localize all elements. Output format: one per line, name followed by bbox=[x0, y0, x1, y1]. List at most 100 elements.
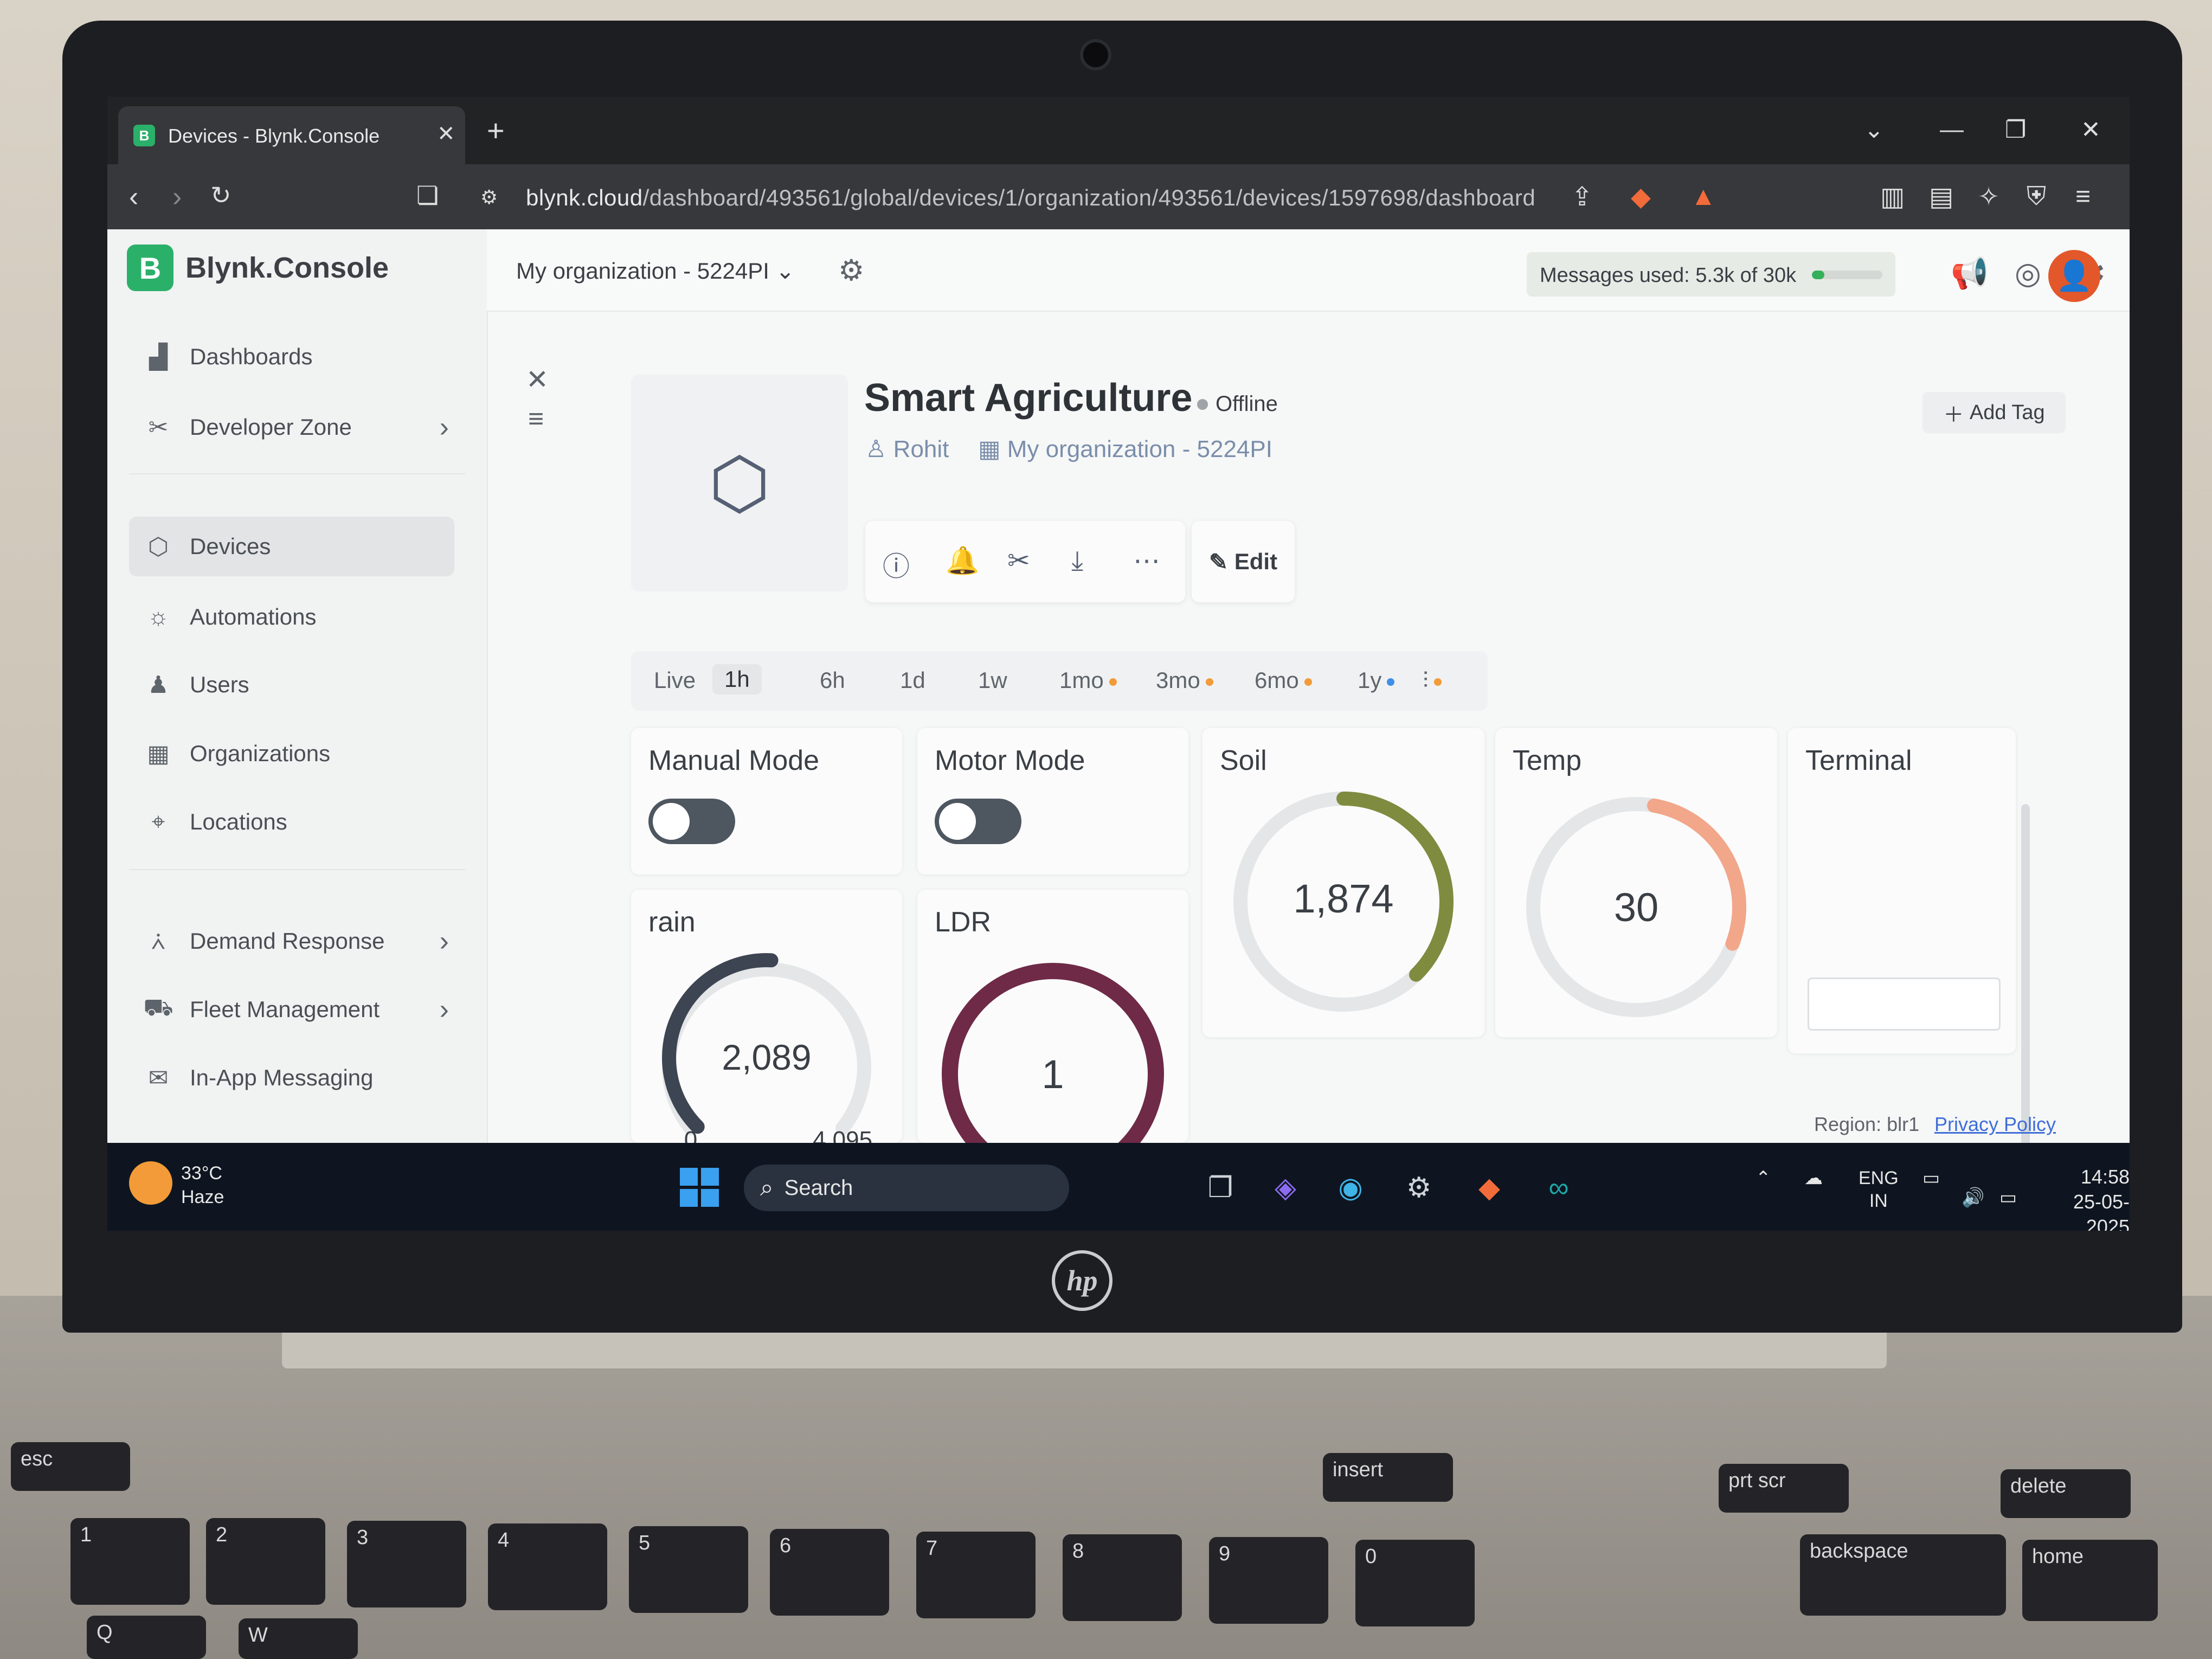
terminal-input[interactable] bbox=[1808, 978, 2001, 1031]
brand[interactable]: B Blynk.Console bbox=[127, 245, 389, 291]
manual-mode-toggle[interactable] bbox=[648, 799, 735, 844]
menu-icon[interactable]: ≡ bbox=[2075, 182, 2091, 211]
weather-desc: Haze bbox=[181, 1187, 224, 1207]
close-window-icon[interactable]: ✕ bbox=[2081, 116, 2101, 144]
vpn-shield-icon[interactable]: ⛨ bbox=[2027, 182, 2046, 212]
time-range-1h[interactable]: 1h bbox=[712, 664, 762, 695]
rain-gauge: 2,089 0 4,095 bbox=[662, 953, 872, 1143]
time-range-label: 3mo bbox=[1156, 667, 1200, 693]
privacy-policy-link[interactable]: Privacy Policy bbox=[1934, 1113, 2056, 1136]
key-w: W bbox=[239, 1618, 358, 1659]
tray-chevron-up-icon[interactable]: ⌃ bbox=[1756, 1167, 1771, 1189]
tools-icon[interactable]: ✂ bbox=[1007, 545, 1030, 576]
time-range-live[interactable]: Live bbox=[654, 667, 696, 693]
sidebar-item-in-app-messaging[interactable]: ✉ In-App Messaging bbox=[129, 1048, 454, 1108]
key-delete: delete bbox=[2001, 1469, 2131, 1518]
sidebar-item-demand-response[interactable]: ⩑ Demand Response › bbox=[129, 911, 454, 971]
settings-gear-icon[interactable]: ⚙ bbox=[1396, 1165, 1442, 1211]
arduino-ide-icon[interactable]: ∞ bbox=[1535, 1165, 1582, 1211]
taskbar-clock[interactable]: 14:58 25-05-2025 bbox=[2037, 1165, 2130, 1231]
blynk-app: B Blynk.Console ▟ Dashboards ✂ Developer… bbox=[107, 229, 2130, 1216]
announcements-megaphone-icon[interactable]: 📢 bbox=[1951, 255, 1989, 291]
sidebar-item-users[interactable]: ♟ Users bbox=[129, 655, 454, 715]
device-owner[interactable]: ♙ Rohit bbox=[865, 435, 949, 463]
language-indicator[interactable]: ENG IN bbox=[1859, 1167, 1899, 1212]
building-icon: ▦ bbox=[147, 740, 170, 767]
back-icon[interactable]: ‹ bbox=[129, 181, 138, 213]
time-range-6h[interactable]: 6h bbox=[820, 667, 845, 693]
edge-browser-icon[interactable]: ◉ bbox=[1327, 1165, 1374, 1211]
org-settings-gear-icon[interactable]: ⚙ bbox=[838, 253, 864, 287]
edit-label: Edit bbox=[1234, 549, 1278, 574]
device-organization[interactable]: ▦ My organization - 5224PI bbox=[978, 435, 1272, 463]
key-2: 2 bbox=[206, 1518, 325, 1605]
chevron-down-icon: ⌄ bbox=[775, 258, 795, 284]
motor-mode-toggle[interactable] bbox=[935, 799, 1021, 844]
sidebar-item-fleet-management[interactable]: ⛟ Fleet Management › bbox=[129, 980, 454, 1039]
time-range-1w[interactable]: 1w bbox=[978, 667, 1007, 693]
ai-star-icon[interactable]: ✧ bbox=[1978, 182, 1999, 212]
site-settings-icon[interactable]: ⚙ bbox=[480, 186, 498, 209]
time-range-3mo[interactable]: 3mo bbox=[1156, 667, 1213, 693]
weather-widget[interactable]: 33°C Haze bbox=[129, 1161, 224, 1209]
close-tab-icon[interactable]: ✕ bbox=[437, 121, 455, 146]
key-1: 1 bbox=[70, 1518, 190, 1605]
widget-title: Manual Mode bbox=[648, 745, 820, 776]
taskbar-search[interactable]: ⌕ Search bbox=[744, 1165, 1069, 1211]
device-status-label: Offline bbox=[1216, 392, 1278, 416]
keyboard: esc insert prt scr delete backspace home… bbox=[0, 1431, 2212, 1659]
users-icon: ♟ bbox=[147, 671, 169, 698]
tab-list-chevron-icon[interactable]: ⌄ bbox=[1864, 116, 1884, 144]
time-range-6mo[interactable]: 6mo bbox=[1255, 667, 1312, 693]
info-icon[interactable]: ⓘ bbox=[883, 545, 910, 584]
forward-icon[interactable]: › bbox=[172, 181, 182, 213]
premium-dot-icon bbox=[1205, 678, 1213, 686]
address-bar[interactable]: blynk.cloud/dashboard/493561/global/devi… bbox=[526, 185, 1535, 211]
more-icon[interactable]: ⋯ bbox=[1133, 545, 1160, 576]
sidebar-item-label: Users bbox=[190, 672, 249, 697]
sidebar-item-automations[interactable]: ☼ Automations bbox=[129, 587, 454, 647]
panel-menu-icon[interactable]: ≡ bbox=[528, 403, 544, 434]
brave-shield-icon[interactable]: ◆ bbox=[1631, 182, 1651, 212]
brave-browser-icon[interactable]: ◆ bbox=[1466, 1165, 1513, 1211]
close-panel-icon[interactable]: ✕ bbox=[526, 364, 549, 395]
time-range-1y[interactable]: 1y bbox=[1358, 667, 1395, 693]
copilot-icon[interactable]: ◈ bbox=[1262, 1165, 1309, 1211]
custom-range-sliders-icon[interactable]: ⫶ bbox=[1423, 667, 1442, 694]
task-view-icon[interactable]: ❐ bbox=[1197, 1165, 1244, 1211]
sidebar-item-locations[interactable]: ⌖ Locations bbox=[129, 792, 454, 852]
sidebar-item-organizations[interactable]: ▦ Organizations bbox=[129, 724, 454, 783]
user-avatar[interactable]: 👤 bbox=[2048, 250, 2100, 302]
time-range-1d[interactable]: 1d bbox=[900, 667, 925, 693]
org-selector[interactable]: My organization - 5224PI ⌄ bbox=[516, 258, 795, 284]
rain-max: 4,095 bbox=[813, 1127, 872, 1143]
restore-icon[interactable]: ❐ bbox=[2005, 116, 2026, 144]
status-dot bbox=[1197, 398, 1208, 410]
time-range-1mo[interactable]: 1mo bbox=[1059, 667, 1117, 693]
battery-icon[interactable]: ▭ bbox=[1999, 1186, 2017, 1209]
sidebar-item-developer-zone[interactable]: ✂ Developer Zone › bbox=[129, 397, 454, 457]
help-lifebuoy-icon[interactable]: ◎ bbox=[2015, 255, 2041, 291]
sidebar-item-dashboards[interactable]: ▟ Dashboards bbox=[129, 327, 454, 387]
add-tag-label: Add Tag bbox=[1969, 401, 2045, 424]
onedrive-cloud-icon[interactable]: ☁ bbox=[1804, 1167, 1823, 1189]
add-tag-button[interactable]: ＋ Add Tag bbox=[1922, 392, 2066, 433]
download-icon[interactable]: ⤓ bbox=[1071, 545, 1083, 577]
volume-icon[interactable]: 🔊 bbox=[1962, 1186, 1984, 1209]
share-icon[interactable]: ⇪ bbox=[1571, 182, 1593, 212]
widget-title: Temp bbox=[1513, 745, 1582, 776]
bookmark-icon[interactable]: ❏ bbox=[416, 181, 439, 210]
wallet-icon[interactable]: ▤ bbox=[1929, 182, 1953, 212]
messages-usage[interactable]: Messages used: 5.3k of 30k bbox=[1527, 252, 1895, 297]
sidebar-item-devices[interactable]: ⬡ Devices bbox=[129, 517, 454, 576]
sidebar-toggle-icon[interactable]: ▥ bbox=[1880, 182, 1905, 212]
brave-rewards-icon[interactable]: ▲ bbox=[1690, 182, 1716, 211]
reload-icon[interactable]: ↻ bbox=[210, 181, 232, 210]
bell-icon[interactable]: 🔔 bbox=[946, 545, 979, 577]
minimize-icon[interactable]: — bbox=[1940, 116, 1964, 143]
new-tab-icon[interactable]: + bbox=[487, 113, 505, 148]
browser-tab[interactable]: B Devices - Blynk.Console ✕ bbox=[118, 106, 465, 164]
edit-dashboard-button[interactable]: ✎ Edit bbox=[1192, 521, 1295, 602]
network-icon[interactable]: ▭ bbox=[1922, 1167, 1940, 1189]
windows-start-icon[interactable] bbox=[680, 1168, 719, 1207]
